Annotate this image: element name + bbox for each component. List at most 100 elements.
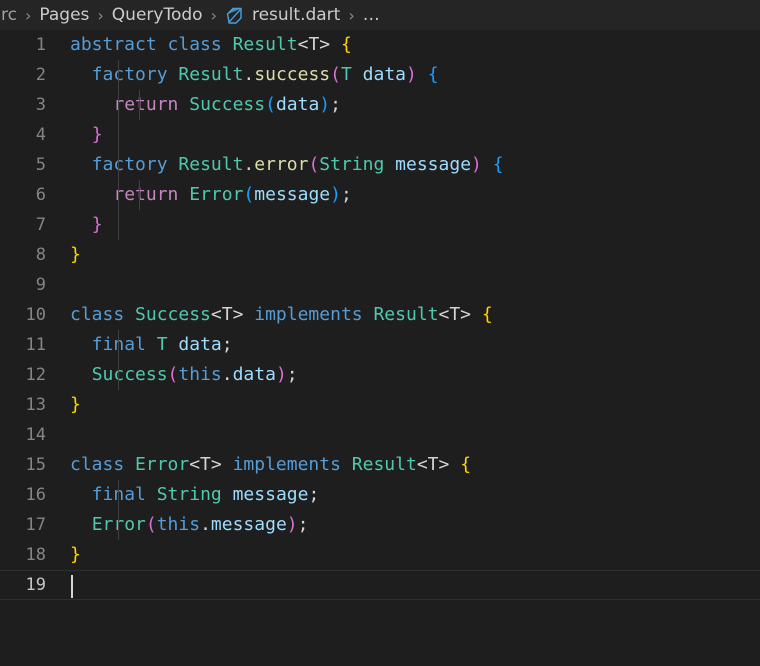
code-token: { [460,454,472,475]
code-line[interactable]: 5 factory Result.error(String message) { [0,150,760,180]
code-line[interactable]: 19 [0,570,760,600]
code-token: implements [232,454,341,475]
code-line[interactable]: 14 [0,420,760,450]
code-line[interactable]: 16 final String message; [0,480,760,510]
code-token: ( [167,364,179,385]
code-line-text: } [47,210,760,240]
code-line-text: factory Result.error(String message) { [47,150,760,180]
code-line[interactable]: 9 [0,270,760,300]
code-line[interactable]: 1 abstract class Result<T> { [0,30,760,60]
code-line[interactable]: 12 Success(this.data); [0,360,760,390]
code-line[interactable]: 2 factory Result.success(T data) { [0,60,760,90]
code-token: Result [178,64,244,85]
code-line-text: class Error<T> implements Result<T> { [47,450,760,480]
line-number: 3 [35,95,46,115]
code-line[interactable]: 11 final T data; [0,330,760,360]
code-token: Result [351,454,417,475]
code-token: } [70,544,81,565]
code-editor[interactable]: 1 abstract class Result<T> {2 factory Res… [0,30,760,666]
code-token: . [221,364,233,385]
code-line[interactable]: 6 return Error(message); [0,180,760,210]
code-token: class [70,304,125,325]
breadcrumb-item-querytodo[interactable]: QueryTodo [111,5,204,25]
code-token: ( [330,64,341,85]
code-line[interactable]: 8} [0,240,760,270]
indent-guide [118,90,119,120]
code-token: Result [178,154,244,175]
code-token: <T> [297,34,331,55]
breadcrumb-item-label: rc [1,5,17,25]
code-line-text: Success(this.data); [47,360,760,390]
code-token: abstract [70,34,157,55]
breadcrumb-item-pages[interactable]: Pages [38,5,90,25]
indent-guide [118,150,119,180]
code-token: } [70,394,81,415]
breadcrumb-item-[interactable]: … [362,5,381,25]
code-line[interactable]: 17 Error(this.message); [0,510,760,540]
code-token: ) [319,94,331,115]
breadcrumb-item-result-dart[interactable]: result.dart [224,5,341,25]
line-number: 9 [35,275,46,295]
indent-guide [118,180,119,210]
code-line[interactable]: 10 class Success<T> implements Result<T> … [0,300,760,330]
code-token: { [340,34,352,55]
code-token: this [156,514,201,535]
line-number: 11 [25,335,46,355]
code-line[interactable]: 3 return Success(data); [0,90,760,120]
breadcrumb-separator: › [97,5,104,25]
text-caret [71,575,73,598]
code-line[interactable]: 15 class Error<T> implements Result<T> { [0,450,760,480]
line-number: 7 [35,215,46,235]
indent-guide [139,90,140,120]
code-token: ) [406,64,417,85]
code-line[interactable]: 13} [0,390,760,420]
code-line-text: return Success(data); [47,90,760,120]
code-token: error [254,154,309,175]
line-number: 2 [35,65,46,85]
code-line[interactable]: 18} [0,540,760,570]
code-line[interactable]: 4 } [0,120,760,150]
code-token: data [362,64,407,85]
code-token: message [254,184,331,205]
indent-guide [118,330,119,360]
code-token: class [70,454,125,475]
breadcrumb-item-label: result.dart [251,5,341,25]
code-token: return [113,184,179,205]
code-token: ) [286,514,298,535]
code-token: ( [308,154,320,175]
code-line-text: } [47,240,760,270]
code-line[interactable]: 7 } [0,210,760,240]
code-line-text: } [47,120,760,150]
code-line-text: return Error(message); [47,180,760,210]
line-number: 4 [35,125,46,145]
code-token: factory [91,154,168,175]
indent-guide [118,360,119,390]
indent-guide [118,510,119,540]
breadcrumb-item-rc[interactable]: rc [0,5,18,25]
code-token: ( [265,94,276,115]
code-line-text: Error(this.message); [47,510,760,540]
line-number: 8 [35,245,46,265]
code-token: Result [232,34,298,55]
code-token: return [113,94,179,115]
code-token: Error [189,184,244,205]
code-token: ( [145,514,157,535]
code-token: T [156,334,168,355]
code-token: class [167,34,222,55]
breadcrumb-separator: › [348,5,355,25]
code-token: . [200,514,211,535]
line-number: 18 [25,545,46,565]
code-token: data [275,94,320,115]
code-line-text: } [47,390,760,420]
